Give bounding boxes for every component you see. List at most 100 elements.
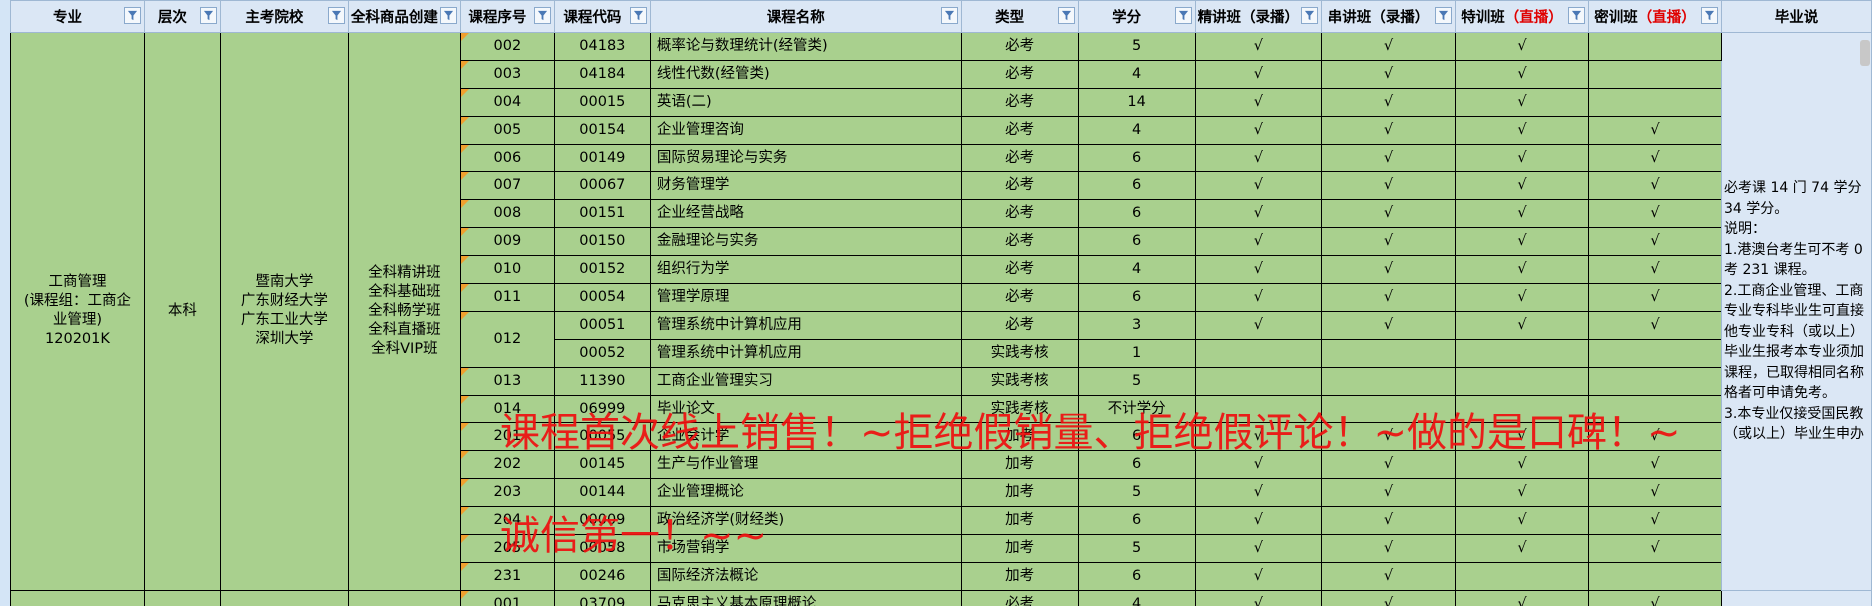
class-4-check-cell[interactable]: √ (1588, 422, 1723, 452)
class-3-check-cell[interactable] (1455, 394, 1590, 424)
course-type-cell[interactable]: 必考 (960, 59, 1079, 89)
header-class-3[interactable]: 特训班（直播） (1455, 0, 1590, 33)
course-name-cell[interactable]: 企业管理咨询 (649, 115, 962, 145)
filter-icon[interactable] (1568, 7, 1586, 24)
course-credit-cell[interactable]: 5 (1077, 366, 1196, 396)
course-seq-cell[interactable]: 011 (459, 283, 555, 312)
class-4-check-cell[interactable]: √ (1588, 283, 1723, 312)
class-4-check-cell[interactable] (1588, 87, 1723, 117)
course-seq-cell[interactable]: 001 (459, 589, 555, 606)
filter-icon[interactable] (1174, 7, 1192, 24)
class-2-check-cell[interactable]: √ (1321, 199, 1457, 229)
class-4-check-cell[interactable]: √ (1588, 478, 1723, 508)
course-name-cell[interactable]: 财务管理学 (649, 171, 962, 201)
class-4-check-cell[interactable] (1588, 59, 1723, 89)
course-seq-cell[interactable]: 203 (459, 478, 555, 508)
course-code-cell[interactable]: 06999 (553, 394, 651, 424)
class-1-check-cell[interactable]: √ (1194, 589, 1323, 606)
course-seq-cell[interactable]: 014 (459, 394, 555, 424)
vertical-scrollbar[interactable] (1858, 32, 1872, 606)
class-2-check-cell[interactable]: √ (1321, 32, 1457, 61)
course-seq-cell[interactable]: 012 (459, 310, 555, 368)
class-1-check-cell[interactable]: √ (1194, 115, 1323, 145)
course-seq-cell[interactable]: 202 (459, 450, 555, 480)
course-code-cell[interactable]: 00154 (553, 115, 651, 145)
course-credit-cell[interactable]: 6 (1077, 283, 1196, 312)
course-name-cell[interactable]: 国际贸易理论与实务 (649, 143, 962, 173)
course-type-cell[interactable]: 必考 (960, 199, 1079, 229)
course-code-cell[interactable]: 00151 (553, 199, 651, 229)
course-code-cell[interactable]: 00015 (553, 87, 651, 117)
course-code-cell[interactable]: 00009 (553, 506, 651, 536)
graduation-notes-cell[interactable]: 必考课 14 门 74 学分 34 学分。 说明： 1.港澳台考生可不考 0 考 231… (1721, 32, 1872, 591)
spreadsheet[interactable]: 专业 层次 主考院校 全科商品创建 课程序号 课程代码 课程名称 类型 学分 精… (0, 0, 1872, 606)
class-3-check-cell[interactable]: √ (1455, 310, 1590, 340)
course-name-cell[interactable]: 概率论与数理统计(经管类) (649, 32, 962, 61)
course-name-cell[interactable]: 国际经济法概论 (649, 561, 962, 591)
course-type-cell[interactable]: 必考 (960, 143, 1079, 173)
class-3-check-cell[interactable]: √ (1455, 283, 1590, 312)
class-1-check-cell[interactable]: √ (1194, 534, 1323, 563)
class-4-check-cell[interactable]: √ (1588, 143, 1723, 173)
course-type-cell[interactable]: 必考 (960, 589, 1079, 606)
class-4-check-cell[interactable] (1588, 366, 1723, 396)
class-2-check-cell[interactable]: √ (1321, 115, 1457, 145)
course-type-cell[interactable]: 必考 (960, 227, 1079, 257)
header-seq[interactable]: 课程序号 (459, 0, 555, 33)
scrollbar-thumb[interactable] (1860, 40, 1870, 66)
course-name-cell[interactable]: 管理学原理 (649, 283, 962, 312)
course-type-cell[interactable]: 加考 (960, 506, 1079, 536)
course-name-cell[interactable]: 企业管理概论 (649, 478, 962, 508)
class-4-check-cell[interactable]: √ (1588, 255, 1723, 285)
class-1-check-cell[interactable]: √ (1194, 283, 1323, 312)
class-1-check-cell[interactable]: √ (1194, 422, 1323, 452)
table-row[interactable]: 001 03709 马克思主义基本原理概论 必考 4 √ √ √ √ (10, 589, 1872, 606)
course-code-cell[interactable]: 00144 (553, 478, 651, 508)
class-2-check-cell[interactable]: √ (1321, 422, 1457, 452)
class-4-check-cell[interactable]: √ (1588, 199, 1723, 229)
class-2-check-cell[interactable]: √ (1321, 283, 1457, 312)
class-1-check-cell[interactable]: √ (1194, 32, 1323, 61)
header-notes[interactable]: 毕业说 (1721, 0, 1872, 33)
course-type-cell[interactable]: 加考 (960, 534, 1079, 563)
header-class-1[interactable]: 精讲班（录播） (1194, 0, 1323, 33)
course-credit-cell[interactable]: 1 (1077, 338, 1196, 368)
course-code-cell[interactable]: 11390 (553, 366, 651, 396)
class-2-check-cell[interactable]: √ (1321, 227, 1457, 257)
major-cell[interactable] (10, 589, 145, 606)
course-seq-cell[interactable]: 231 (459, 561, 555, 591)
class-1-check-cell[interactable]: √ (1194, 199, 1323, 229)
filter-icon[interactable] (940, 7, 958, 24)
course-credit-cell[interactable]: 6 (1077, 227, 1196, 257)
course-credit-cell[interactable]: 5 (1077, 478, 1196, 508)
class-3-check-cell[interactable]: √ (1455, 87, 1590, 117)
course-type-cell[interactable]: 实践考核 (960, 394, 1079, 424)
course-credit-cell[interactable]: 6 (1077, 506, 1196, 536)
course-credit-cell[interactable]: 6 (1077, 450, 1196, 480)
products-cell[interactable] (347, 589, 461, 606)
course-name-cell[interactable]: 工商企业管理实习 (649, 366, 962, 396)
filter-icon[interactable] (123, 7, 141, 24)
class-4-check-cell[interactable] (1588, 561, 1723, 591)
course-code-cell[interactable]: 00051 (553, 310, 651, 340)
course-credit-cell[interactable]: 6 (1077, 422, 1196, 452)
course-type-cell[interactable]: 加考 (960, 561, 1079, 591)
class-3-check-cell[interactable]: √ (1455, 589, 1590, 606)
course-type-cell[interactable]: 必考 (960, 255, 1079, 285)
header-school[interactable]: 主考院校 (219, 0, 349, 33)
course-name-cell[interactable]: 组织行为学 (649, 255, 962, 285)
class-2-check-cell[interactable] (1321, 338, 1457, 368)
course-seq-cell[interactable]: 201 (459, 422, 555, 452)
course-seq-cell[interactable]: 013 (459, 366, 555, 396)
class-2-check-cell[interactable]: √ (1321, 310, 1457, 340)
course-type-cell[interactable]: 加考 (960, 478, 1079, 508)
course-name-cell[interactable]: 企业会计学 (649, 422, 962, 452)
course-name-cell[interactable]: 英语(二) (649, 87, 962, 117)
filter-icon[interactable] (1301, 7, 1319, 24)
class-3-check-cell[interactable]: √ (1455, 255, 1590, 285)
course-credit-cell[interactable]: 6 (1077, 561, 1196, 591)
course-credit-cell[interactable]: 6 (1077, 171, 1196, 201)
course-name-cell[interactable]: 管理系统中计算机应用 (649, 310, 962, 340)
course-type-cell[interactable]: 加考 (960, 450, 1079, 480)
class-2-check-cell[interactable]: √ (1321, 255, 1457, 285)
